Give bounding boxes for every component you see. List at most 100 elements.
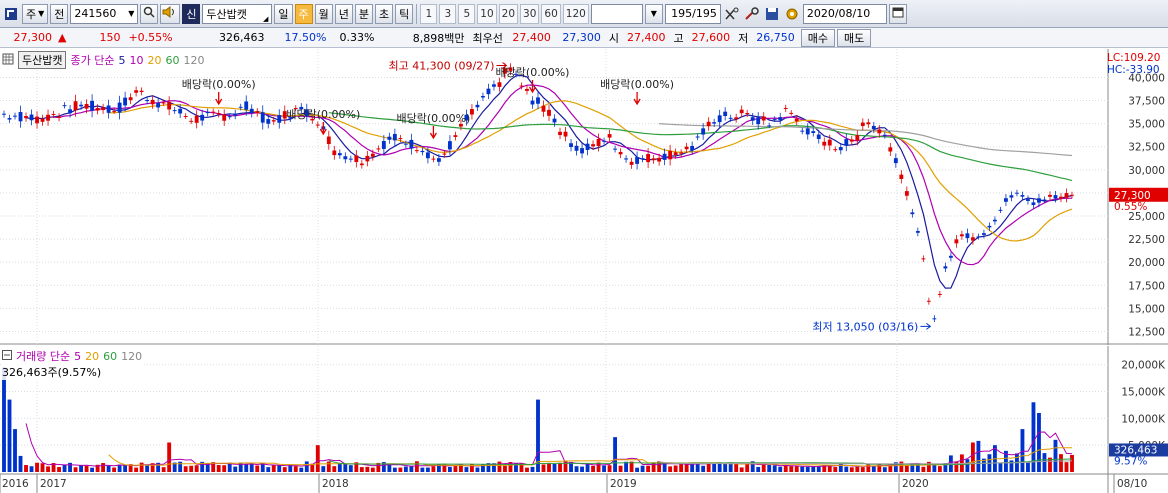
- volume-chart-pane[interactable]: 20,000K15,000K10,000K5,000K326,4639.57%2…: [0, 346, 1168, 493]
- volume-bar: [1059, 454, 1063, 472]
- stock-badge: 신: [182, 3, 201, 24]
- period-week[interactable]: 주: [294, 3, 313, 24]
- candle-body: [937, 293, 942, 295]
- candle-body: [833, 149, 838, 151]
- pane-toggle-icon[interactable]: [2, 349, 12, 363]
- candle-body: [816, 134, 821, 139]
- view-count-field[interactable]: 195 /195: [664, 3, 721, 24]
- period-year[interactable]: 년: [334, 3, 353, 24]
- volume-bar: [139, 462, 144, 472]
- prev-button[interactable]: 전: [50, 3, 69, 24]
- chevron-down-icon[interactable]: ▼: [128, 9, 134, 18]
- period-second[interactable]: 초: [375, 3, 394, 24]
- current-price: 27,300: [13, 31, 53, 44]
- candle-body: [547, 109, 551, 116]
- candle-body: [2, 113, 6, 115]
- volume-bar: [954, 461, 959, 472]
- period-tick[interactable]: 틱: [395, 3, 414, 24]
- volume-bar: [123, 464, 128, 472]
- price-chart-pane[interactable]: 40,00037,50035,00032,50030,00027,50025,0…: [0, 49, 1168, 345]
- candle-body: [684, 146, 689, 150]
- price-change: 150: [99, 31, 121, 44]
- interval-120[interactable]: 120: [562, 3, 589, 24]
- volume-bar: [271, 464, 276, 472]
- volume-bar: [547, 462, 551, 472]
- candle-body: [794, 118, 799, 122]
- save-icon[interactable]: [763, 4, 781, 24]
- candle-body: [40, 118, 45, 122]
- candle-body: [734, 117, 739, 120]
- buy-button[interactable]: 매수: [800, 28, 835, 47]
- volume-legend-ma-5: 5: [74, 349, 82, 363]
- volume-bar: [183, 466, 188, 472]
- period-minute[interactable]: 분: [354, 3, 374, 24]
- candle-body: [95, 108, 100, 111]
- x-tick-label: 08/10: [1117, 478, 1147, 490]
- candle-body: [651, 158, 656, 161]
- candle-body: [326, 136, 331, 145]
- market-select[interactable]: 주 ▼: [22, 3, 49, 24]
- candle-body: [585, 143, 590, 150]
- candle-body: [46, 114, 50, 121]
- legend-ma-120: 120: [183, 53, 205, 67]
- stock-code-input[interactable]: 241560 ▼: [70, 3, 139, 24]
- period-day[interactable]: 일: [274, 3, 293, 24]
- volume-bar: [860, 467, 865, 472]
- candle-body: [497, 82, 502, 87]
- interval-20[interactable]: 20: [498, 3, 519, 24]
- candle-body: [866, 122, 871, 125]
- stock-name-field[interactable]: 두산밥캣 ◢: [202, 3, 273, 24]
- tools-icon[interactable]: [743, 4, 761, 24]
- candle-body: [761, 116, 766, 121]
- candle-body: [635, 157, 640, 164]
- speaker-button[interactable]: [160, 3, 181, 24]
- view-total-value: /195: [692, 7, 717, 20]
- volume-bar: [970, 442, 975, 472]
- gear-icon[interactable]: [783, 4, 801, 24]
- interval-60[interactable]: 60: [541, 3, 561, 24]
- custom-interval-input[interactable]: [590, 3, 643, 24]
- ratio-pct: 0.33%: [339, 31, 375, 44]
- sell-button[interactable]: 매도: [836, 28, 872, 47]
- volume-bar: [73, 467, 78, 472]
- volume-bar: [7, 399, 12, 472]
- candle-body: [536, 97, 540, 104]
- volume-bar: [337, 463, 342, 472]
- period-month[interactable]: 월: [314, 3, 333, 24]
- interval-30[interactable]: 30: [520, 3, 540, 24]
- turnover-pct: 17.50%: [284, 31, 327, 44]
- candle-body: [679, 152, 684, 154]
- volume-bar: [414, 461, 419, 472]
- volume-bar: [233, 466, 238, 472]
- scissors-icon[interactable]: [723, 4, 741, 24]
- candle-body: [101, 107, 106, 111]
- volume-bar: [453, 466, 458, 472]
- candle-body: [134, 90, 139, 93]
- search-button[interactable]: [140, 3, 159, 24]
- volume-bar: [420, 467, 425, 472]
- candle-body: [860, 122, 865, 127]
- candle-body: [172, 110, 177, 112]
- volume-bar: [321, 466, 326, 472]
- volume-bar: [365, 466, 370, 472]
- volume-bar: [844, 466, 849, 472]
- date-field[interactable]: 2020/08/10: [802, 3, 887, 24]
- y-tick-label: 37,500: [1128, 96, 1165, 108]
- volume-bar: [734, 463, 739, 472]
- interval-dropdown-button[interactable]: ▼: [644, 3, 663, 24]
- interval-1[interactable]: 1: [420, 3, 438, 24]
- last-volume-pct-label: 9.57%: [1114, 455, 1147, 467]
- y-tick-label: 25,000: [1128, 211, 1165, 223]
- candle-body: [18, 112, 23, 122]
- calendar-button[interactable]: [888, 3, 907, 24]
- interval-3[interactable]: 3: [439, 3, 457, 24]
- legend-stock-name[interactable]: 두산밥캣: [18, 51, 67, 69]
- interval-5[interactable]: 5: [458, 3, 476, 24]
- grid-toggle-icon[interactable]: [2, 53, 14, 68]
- candle-body: [271, 120, 276, 122]
- candle-body: [7, 118, 12, 120]
- interval-10[interactable]: 10: [477, 3, 497, 24]
- volume-bar: [332, 466, 337, 472]
- candle-body: [574, 145, 579, 151]
- y-tick-label: 35,000: [1128, 119, 1165, 131]
